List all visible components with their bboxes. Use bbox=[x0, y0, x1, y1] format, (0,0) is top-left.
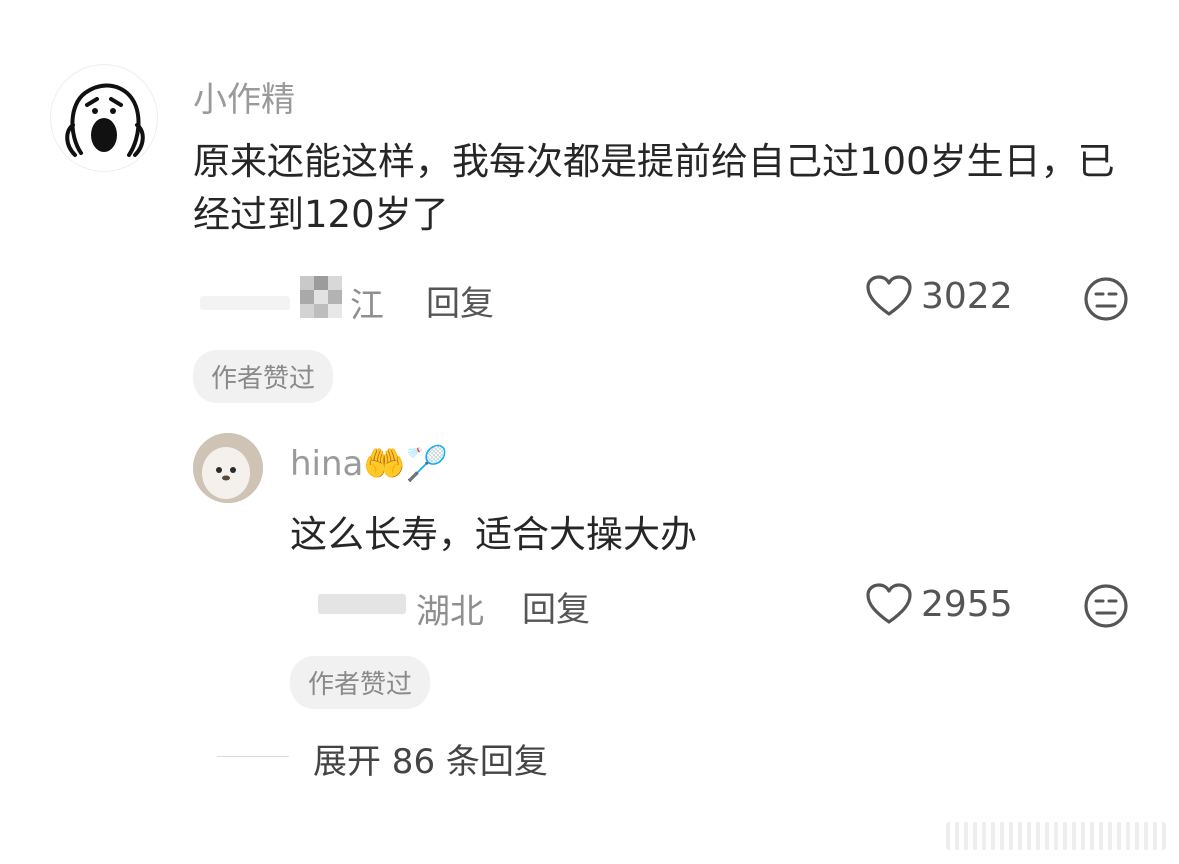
comment-meta-row: 江 回复 3022 bbox=[200, 272, 1160, 328]
comment-like-count: 3022 bbox=[921, 275, 1013, 317]
replier-username[interactable]: hina🤲🏸 bbox=[290, 444, 448, 484]
redacted-time bbox=[318, 594, 406, 614]
reply-like-button[interactable]: 2955 bbox=[865, 582, 1013, 626]
comment-location: 江 bbox=[350, 286, 384, 326]
unamused-face-icon bbox=[1084, 277, 1128, 321]
heart-icon bbox=[866, 583, 912, 624]
commenter-avatar[interactable] bbox=[50, 64, 158, 172]
watermark bbox=[946, 822, 1166, 850]
comment-reply-button[interactable]: 回复 bbox=[426, 276, 494, 325]
expand-divider bbox=[217, 756, 289, 757]
unamused-face-icon bbox=[1084, 584, 1128, 628]
expand-replies-button[interactable]: 展开 86 条回复 bbox=[313, 734, 548, 783]
reply-location: 湖北 bbox=[416, 592, 484, 632]
author-liked-badge: 作者赞过 bbox=[193, 350, 334, 403]
reply-dislike-button[interactable] bbox=[1082, 582, 1130, 634]
heart-icon bbox=[866, 275, 912, 316]
reply-like-count: 2955 bbox=[921, 583, 1013, 625]
reply-text: 这么长寿，适合大操大办 bbox=[290, 513, 697, 556]
seal-avatar-icon bbox=[193, 433, 263, 503]
redacted-time bbox=[200, 296, 290, 310]
replier-avatar[interactable] bbox=[193, 433, 263, 503]
reply-reply-button[interactable]: 回复 bbox=[522, 582, 590, 631]
redacted-location-mosaic bbox=[300, 276, 342, 318]
screaming-face-icon bbox=[65, 83, 145, 157]
comment-like-button[interactable]: 3022 bbox=[865, 274, 1013, 318]
comment-text: 原来还能这样，我每次都是提前给自己过100岁生日，已经过到120岁了 bbox=[193, 140, 1115, 236]
author-liked-badge: 作者赞过 bbox=[290, 656, 431, 709]
commenter-username[interactable]: 小作精 bbox=[193, 72, 295, 121]
comment-dislike-button[interactable] bbox=[1082, 275, 1130, 327]
reply-meta-row: 湖北 回复 2955 bbox=[318, 578, 1160, 634]
